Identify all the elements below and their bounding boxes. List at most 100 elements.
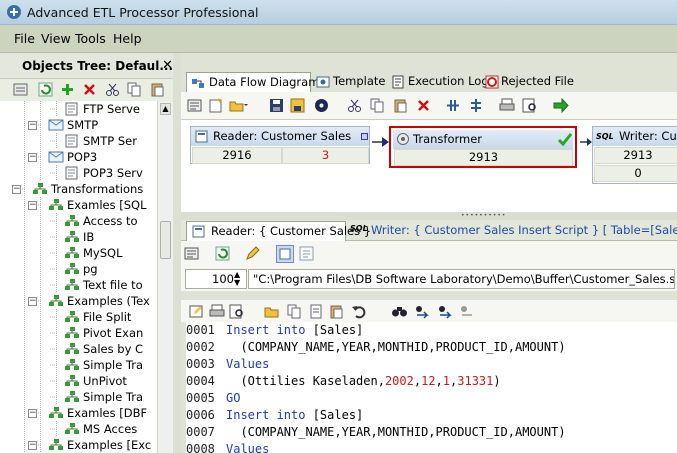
sql-code-editor[interactable]: 0001 Insert into [Sales] 0002 (COMPANY_NAM… xyxy=(186,322,677,453)
tree-item[interactable]: − Examles [SQL xyxy=(0,197,157,213)
menu-help[interactable]: Help xyxy=(113,31,142,46)
settings-icon[interactable] xyxy=(187,98,202,113)
cut-icon[interactable] xyxy=(309,304,324,319)
tree-item[interactable]: − POP3 xyxy=(0,149,157,165)
rows-spinner[interactable]: 100 ▲ ▼ xyxy=(185,269,247,289)
diagram-canvas[interactable]: Reader: Customer Sales 2916 3 Transforme… xyxy=(181,120,677,212)
spin-arrows-icon[interactable]: ▲ ▼ xyxy=(234,271,240,287)
tree-folder-icon xyxy=(32,182,48,196)
refresh-icon[interactable] xyxy=(215,246,230,261)
replace-icon[interactable] xyxy=(459,304,476,319)
menu-tools[interactable]: Tools xyxy=(75,31,106,46)
tree-item[interactable]: FTP Serve xyxy=(0,101,157,117)
align-horizontal-icon[interactable] xyxy=(445,98,461,113)
menu-file[interactable]: File xyxy=(14,31,35,46)
delete-icon[interactable] xyxy=(82,82,97,97)
transformer-node[interactable]: Transformer 2913 xyxy=(389,126,577,168)
refresh-icon[interactable] xyxy=(38,82,53,97)
run-icon[interactable] xyxy=(553,97,569,114)
tab-execution-log[interactable]: Execution Log xyxy=(389,72,489,92)
properties-icon[interactable] xyxy=(184,246,199,261)
paste-icon[interactable] xyxy=(329,304,344,319)
expand-toggle-icon[interactable]: − xyxy=(28,441,37,450)
delete-icon[interactable] xyxy=(416,98,431,113)
save-as-icon[interactable] xyxy=(290,98,305,113)
tree-item[interactable]: SMTP Ser xyxy=(0,133,157,149)
tree-item[interactable]: pg xyxy=(0,261,157,277)
tree-item[interactable]: Simple Tra xyxy=(0,389,157,405)
writer-node[interactable]: SQL Writer: Custo 2913 0 xyxy=(592,126,677,184)
copy-icon[interactable] xyxy=(287,304,302,319)
find-previous-icon[interactable] xyxy=(437,304,454,319)
close-icon[interactable]: ✕ xyxy=(162,58,173,73)
find-next-icon[interactable] xyxy=(414,304,431,319)
splitter-grip[interactable]: •••••••••• xyxy=(461,213,506,219)
tab-template[interactable]: Template xyxy=(315,72,387,92)
print-icon[interactable] xyxy=(499,98,515,113)
tab-writer-preview[interactable]: SQL Writer: { Customer Sales Insert Scri… xyxy=(349,221,677,241)
cut-icon[interactable] xyxy=(347,98,362,113)
save-icon[interactable] xyxy=(269,98,284,113)
tree-item[interactable]: Sales by C xyxy=(0,341,157,357)
tree-item[interactable]: − Examples (Tex xyxy=(0,293,157,309)
new-icon[interactable] xyxy=(208,98,223,113)
tab-rejected-file[interactable]: Rejected File xyxy=(483,72,575,92)
edit-icon[interactable] xyxy=(245,246,260,261)
expand-toggle-icon[interactable]: − xyxy=(28,297,37,306)
properties-icon[interactable] xyxy=(13,82,28,97)
disk-icon[interactable] xyxy=(314,98,329,113)
print-icon[interactable] xyxy=(209,304,225,319)
tree-item[interactable]: Text file to xyxy=(0,277,157,293)
tree-item[interactable]: − Examples [Exc xyxy=(0,437,157,453)
expand-toggle-icon[interactable]: − xyxy=(12,185,21,194)
tree-item[interactable]: − Examles [DBF xyxy=(0,405,157,421)
output-port-icon[interactable] xyxy=(361,133,368,140)
expand-toggle-icon[interactable]: − xyxy=(28,153,37,162)
reader-icon xyxy=(195,130,209,143)
edit-icon[interactable] xyxy=(189,304,204,319)
copy-icon[interactable] xyxy=(127,82,142,97)
tree-item-label: Examles [DBF xyxy=(67,406,148,420)
tree-item[interactable]: − Transformations xyxy=(0,181,157,197)
scroll-up-arrow[interactable]: ▲ xyxy=(160,103,171,115)
expand-toggle-icon[interactable]: − xyxy=(28,201,37,210)
tab-reader-preview[interactable]: Reader: { Customer Sales } xyxy=(186,221,371,241)
tree-item[interactable]: MySQL xyxy=(0,245,157,261)
paste-icon[interactable] xyxy=(393,98,408,113)
open-icon[interactable] xyxy=(229,98,248,113)
text-view-icon[interactable] xyxy=(299,246,314,261)
tab-label: Writer: { Customer Sales Insert Script }… xyxy=(371,223,677,237)
tree-item[interactable]: UnPivot xyxy=(0,373,157,389)
expand-toggle-icon[interactable]: − xyxy=(28,409,37,418)
tree-item[interactable]: MS Acces xyxy=(0,421,157,437)
expand-toggle-icon[interactable]: − xyxy=(28,121,37,130)
tree-item[interactable]: Access to xyxy=(0,213,157,229)
add-icon[interactable] xyxy=(60,82,75,97)
cut-icon[interactable] xyxy=(105,82,120,97)
menu-view[interactable]: View xyxy=(41,31,71,46)
print-preview-icon[interactable] xyxy=(522,98,538,113)
scroll-thumb[interactable] xyxy=(160,221,171,259)
reader-node[interactable]: Reader: Customer Sales 2916 3 xyxy=(190,126,370,164)
objects-tree[interactable]: FTP Serve − SMTP SMTP Ser − POP3 POP3 Serv − Tra… xyxy=(0,101,157,453)
tree-item[interactable]: Simple Tra xyxy=(0,357,157,373)
tree-item[interactable]: POP3 Serv xyxy=(0,165,157,181)
tree-item[interactable]: IB xyxy=(0,229,157,245)
tree-item[interactable]: − SMTP xyxy=(0,117,157,133)
horizontal-splitter[interactable]: •••••••••• xyxy=(181,212,677,220)
print-preview-icon[interactable] xyxy=(229,304,245,319)
tree-vertical-scrollbar[interactable]: ▲ xyxy=(157,101,173,453)
tree-item[interactable]: Pivot Exan xyxy=(0,325,157,341)
tree-item-label: Examples [Exc xyxy=(67,438,152,452)
paste-icon[interactable] xyxy=(150,82,165,97)
copy-icon[interactable] xyxy=(370,98,385,113)
open-icon[interactable] xyxy=(264,304,280,319)
tree-item[interactable]: File Split xyxy=(0,309,157,325)
find-icon[interactable] xyxy=(391,304,408,319)
file-path-field[interactable]: "C:\Program Files\DB Software Laboratory… xyxy=(248,269,675,289)
grid-view-icon[interactable] xyxy=(276,245,294,263)
panel-splitter[interactable] xyxy=(173,53,181,453)
undo-icon[interactable] xyxy=(351,304,366,319)
align-vertical-icon[interactable] xyxy=(468,98,484,113)
tab-data-flow-diagram[interactable]: Data Flow Diagram: xyxy=(186,72,323,92)
